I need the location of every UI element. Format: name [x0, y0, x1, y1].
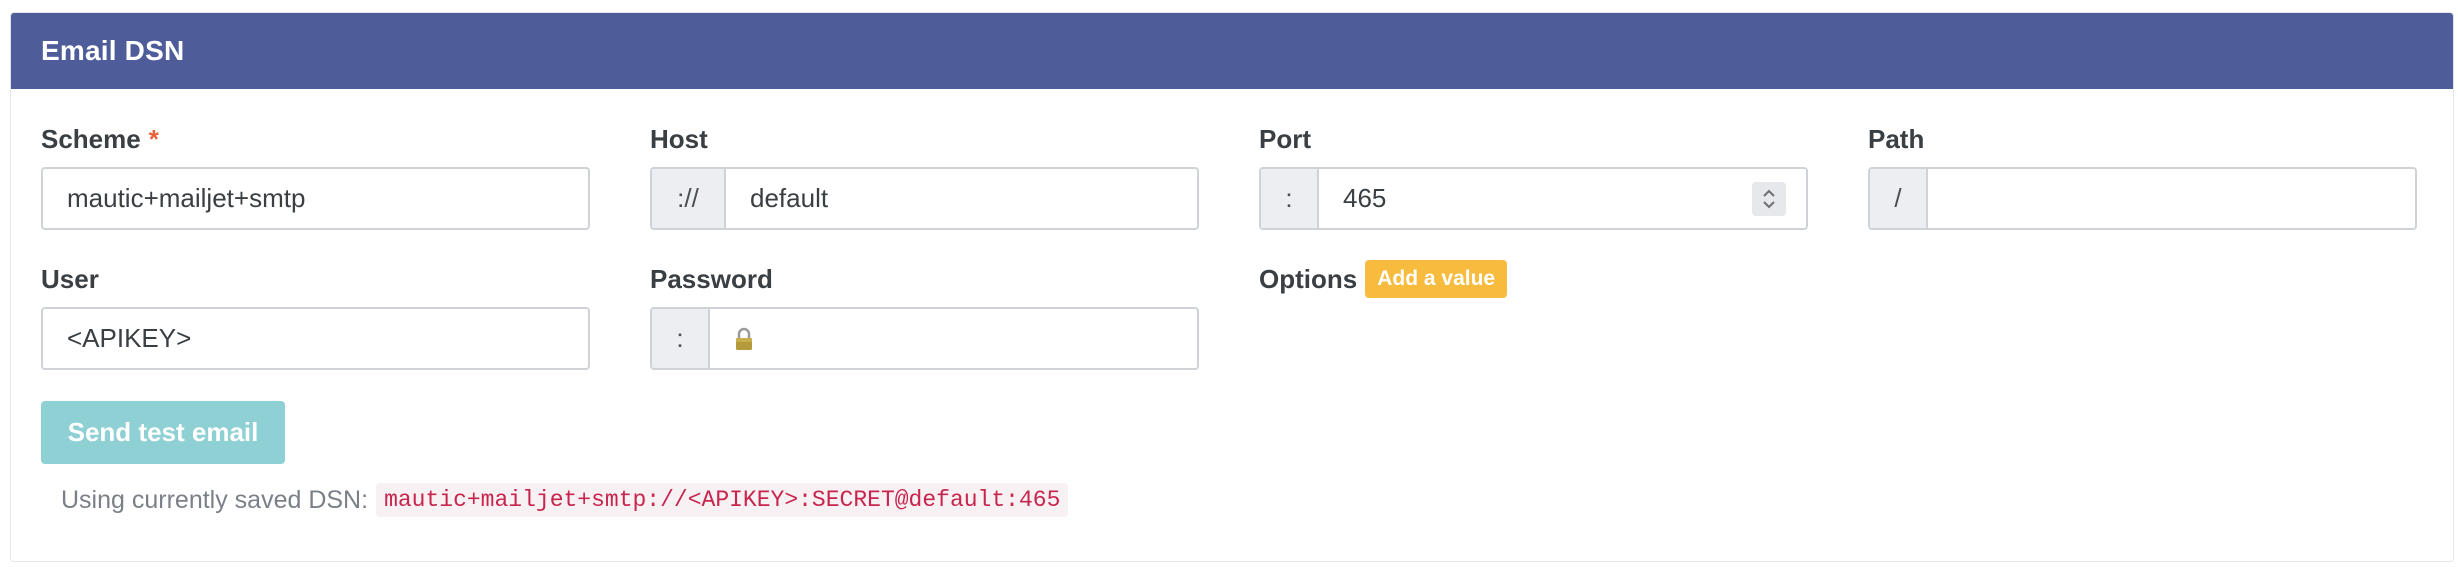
scheme-label: Scheme * — [41, 121, 159, 157]
send-test-email-button[interactable]: Send test email — [41, 401, 285, 464]
host-input-group[interactable]: :// default — [650, 167, 1199, 230]
stepper-arrows-icon — [1763, 189, 1775, 208]
path-input-group[interactable]: / — [1868, 167, 2417, 230]
options-label: Options — [1259, 263, 1358, 294]
port-stepper[interactable] — [1752, 181, 1786, 216]
scheme-value: mautic+mailjet+smtp — [67, 183, 306, 213]
scheme-input[interactable]: mautic+mailjet+smtp — [41, 167, 590, 230]
panel-header: Email DSN — [11, 13, 2453, 89]
dsn-value: mautic+mailjet+smtp://<APIKEY>:SECRET@de… — [376, 483, 1069, 517]
lock-icon — [734, 327, 754, 351]
user-value: <APIKEY> — [67, 323, 192, 353]
port-input[interactable]: 465 — [1319, 169, 1752, 228]
required-mark: * — [148, 123, 159, 154]
user-input[interactable]: <APIKEY> — [41, 307, 590, 370]
host-label: Host — [650, 123, 708, 154]
port-prefix: : — [1261, 169, 1319, 228]
port-input-group[interactable]: : 465 — [1259, 167, 1808, 230]
password-input[interactable] — [710, 309, 1197, 368]
current-dsn: Using currently saved DSN: mautic+mailje… — [61, 483, 1069, 517]
password-label: Password — [650, 263, 773, 294]
host-prefix: :// — [652, 169, 726, 228]
password-input-group[interactable]: : — [650, 307, 1199, 370]
options-field: Options Add a value — [1259, 260, 1508, 298]
add-value-button[interactable]: Add a value — [1365, 260, 1508, 298]
panel-title: Email DSN — [41, 35, 185, 66]
path-input[interactable] — [1928, 169, 2415, 228]
host-input[interactable]: default — [726, 169, 1197, 228]
path-prefix: / — [1870, 169, 1928, 228]
email-dsn-panel: Email DSN Scheme * Host Port Path mautic… — [10, 12, 2454, 562]
port-label: Port — [1259, 123, 1311, 154]
user-label: User — [41, 263, 99, 294]
password-prefix: : — [652, 309, 710, 368]
dsn-prefix-text: Using currently saved DSN: — [61, 485, 369, 514]
path-label: Path — [1868, 123, 1925, 154]
scheme-label-text: Scheme — [41, 123, 141, 154]
